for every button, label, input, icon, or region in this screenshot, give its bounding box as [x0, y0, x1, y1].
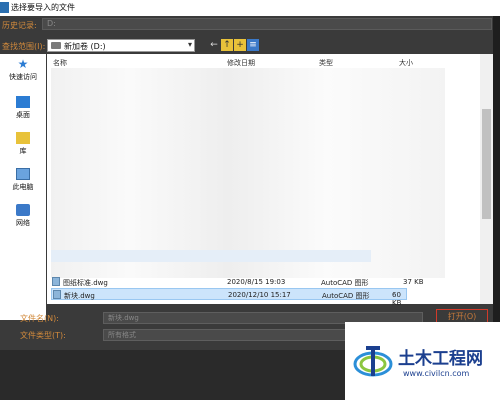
- file-size: 60 KB: [392, 291, 402, 307]
- up-folder-button[interactable]: ↑: [221, 39, 233, 51]
- history-combo[interactable]: D:: [42, 18, 492, 30]
- blurred-file-entries: [51, 68, 445, 278]
- file-type: AutoCAD 图形: [322, 292, 370, 300]
- place-label: 快速访问: [9, 73, 37, 81]
- desktop-icon: [16, 96, 30, 108]
- file-type: AutoCAD 图形: [321, 279, 369, 287]
- file-modified: 2020/8/15 19:03: [227, 278, 286, 286]
- place-desktop[interactable]: 桌面: [0, 96, 46, 120]
- file-name: 图纸标准.dwg: [63, 279, 108, 287]
- places-sidebar: ★ 快速访问 桌面 库 此电脑 网络: [0, 54, 46, 320]
- column-header-name[interactable]: 名称: [53, 58, 67, 68]
- history-label: 历史记录:: [2, 21, 37, 30]
- history-value: D:: [47, 19, 56, 28]
- dwg-file-icon: [53, 290, 61, 299]
- blurred-selection-bar: [51, 250, 371, 262]
- column-header-size[interactable]: 大小: [399, 58, 413, 68]
- lookin-combo[interactable]: 新加卷 (D:) ▾: [47, 39, 195, 52]
- scrollbar-thumb[interactable]: [482, 109, 491, 219]
- place-label: 桌面: [16, 111, 30, 119]
- place-label: 库: [19, 147, 27, 155]
- filetype-value: 所有格式: [108, 331, 136, 339]
- filename-value: 新块.dwg: [108, 314, 139, 322]
- place-network[interactable]: 网络: [0, 204, 46, 228]
- file-row-selected[interactable]: 新块.dwg 2020/12/10 15:17 AutoCAD 图形 60 KB: [51, 288, 407, 307]
- place-label: 此电脑: [12, 183, 34, 191]
- file-list[interactable]: 名称 修改日期 类型 大小 图纸标准.dwg 2020/8/15 19:03 A…: [47, 54, 493, 307]
- place-this-pc[interactable]: 此电脑: [0, 168, 46, 192]
- file-modified: 2020/12/10 15:17: [228, 291, 291, 299]
- new-folder-button[interactable]: +: [234, 39, 246, 51]
- background-strip: [0, 350, 345, 400]
- column-header-type[interactable]: 类型: [319, 58, 333, 68]
- file-name: 新块.dwg: [64, 292, 95, 300]
- back-button[interactable]: ←: [208, 39, 220, 51]
- watermark-title: 土木工程网: [398, 349, 483, 369]
- library-icon: [16, 132, 30, 144]
- vertical-scrollbar[interactable]: [480, 54, 493, 304]
- watermark-url: www.civilcn.com: [403, 369, 470, 378]
- app-icon: [0, 2, 9, 13]
- title-bar: 选择要导入的文件: [0, 0, 500, 16]
- file-row[interactable]: 图纸标准.dwg 2020/8/15 19:03 AutoCAD 图形 37 K…: [51, 276, 431, 288]
- filetype-label: 文件类型(T):: [20, 331, 66, 340]
- civilcn-logo-icon: [353, 346, 393, 377]
- views-menu-button[interactable]: ≡: [247, 39, 259, 51]
- filename-label: 文件名(N):: [20, 314, 59, 323]
- network-icon: [16, 204, 30, 216]
- place-quick-access[interactable]: ★ 快速访问: [0, 58, 46, 82]
- file-size: 37 KB: [403, 278, 424, 286]
- lookin-value: 新加卷 (D:): [64, 42, 106, 51]
- window-title: 选择要导入的文件: [11, 3, 75, 12]
- star-icon: ★: [17, 57, 29, 71]
- drive-icon: [51, 42, 61, 49]
- place-label: 网络: [16, 219, 30, 227]
- column-header-modified[interactable]: 修改日期: [227, 58, 255, 68]
- dwg-file-icon: [52, 277, 60, 286]
- lookin-label: 查找范围(I):: [2, 42, 46, 51]
- computer-icon: [16, 168, 30, 180]
- background-strip: [493, 16, 500, 350]
- chevron-down-icon: ▾: [187, 40, 192, 49]
- place-library[interactable]: 库: [0, 132, 46, 156]
